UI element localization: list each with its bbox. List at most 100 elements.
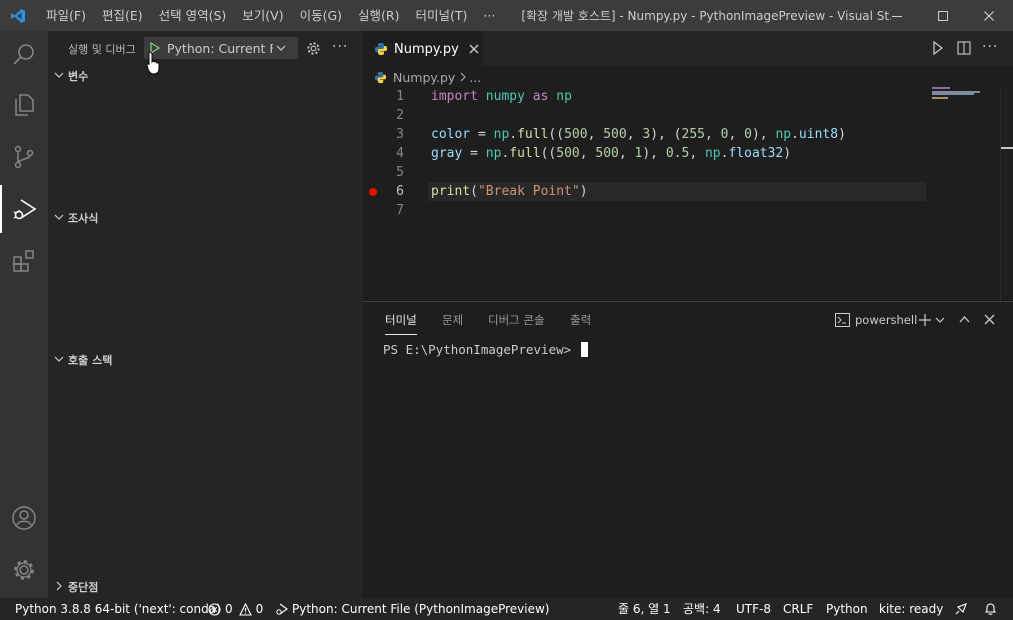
source-control-icon[interactable] <box>0 133 48 181</box>
breadcrumb-symbols[interactable]: ... <box>469 70 481 85</box>
menu-item[interactable]: 선택 영역(S) <box>151 0 235 31</box>
code-token: full <box>509 146 541 161</box>
title-bar: 파일(F) 편집(E) 선택 영역(S) 보기(V) 이동(G) 실행(R) 터미널(T) ·… <box>0 0 1013 31</box>
tab-debug-console[interactable]: 디버그 콘솔 <box>488 302 545 337</box>
section-breakpoints[interactable]: 중단점 <box>48 576 362 598</box>
status-interpreter[interactable]: Python 3.8.8 64-bit ('next': conda) <box>15 598 221 620</box>
section-watch[interactable]: 조사식 <box>48 207 362 229</box>
status-kite[interactable]: kite: ready <box>879 598 943 620</box>
code-token: numpy <box>485 89 525 104</box>
code-token: np <box>485 146 502 161</box>
menu-item[interactable]: ··· <box>475 0 503 31</box>
code-token: 500 <box>603 127 627 142</box>
code-line[interactable]: 5 <box>362 163 942 182</box>
menu-item[interactable]: 이동(G) <box>292 0 350 31</box>
close-window-button[interactable] <box>966 0 1012 31</box>
window-title: [확장 개발 호스트] - Numpy.py - PythonImagePrev… <box>521 9 892 23</box>
code-token: 255 <box>681 127 705 142</box>
extensions-icon[interactable] <box>0 237 48 285</box>
code-line[interactable]: 6 print("Break Point") <box>362 182 942 201</box>
code-token: . <box>791 127 799 142</box>
minimap[interactable] <box>928 87 1000 301</box>
line-number: 2 <box>396 108 404 123</box>
more-actions-icon[interactable]: ··· <box>332 39 348 55</box>
notifications-bell-icon[interactable] <box>984 598 997 620</box>
section-label: 호출 스택 <box>68 354 113 367</box>
code-token: = <box>470 127 494 142</box>
minimize-button[interactable] <box>874 0 920 31</box>
chevron-right-icon <box>54 580 64 594</box>
chevron-down-icon <box>54 69 64 83</box>
status-encoding[interactable]: UTF-8 <box>736 598 771 620</box>
new-terminal-plus-icon[interactable] <box>918 313 932 327</box>
line-number: 6 <box>396 184 404 199</box>
code-token: 500 <box>595 146 619 161</box>
status-eol[interactable]: CRLF <box>783 598 813 620</box>
maximize-button[interactable] <box>920 0 966 31</box>
section-variables[interactable]: 변수 <box>48 65 362 87</box>
breadcrumb-file[interactable]: Numpy.py <box>393 70 455 85</box>
editor-more-actions-icon[interactable]: ··· <box>982 39 998 55</box>
status-cursor-position[interactable]: 줄 6, 열 1 <box>618 598 671 620</box>
line-number: 1 <box>396 89 404 104</box>
code-line[interactable]: 4 gray = np.full((500, 500, 1), 0.5, np.f… <box>362 144 942 163</box>
code-editor[interactable]: 1 import numpy as np 2 3 color = np.full((50… <box>362 87 942 297</box>
line-number: 5 <box>396 165 404 180</box>
terminal-prompt-line[interactable]: PS E:\PythonImagePreview> <box>383 342 588 357</box>
code-line[interactable]: 2 <box>362 106 942 125</box>
code-token: 500 <box>564 127 588 142</box>
search-icon[interactable] <box>0 31 48 79</box>
code-text: print("Break Point") <box>431 182 588 201</box>
feedback-icon[interactable] <box>954 598 968 620</box>
section-call-stack[interactable]: 호출 스택 <box>48 349 362 371</box>
vscode-logo-icon <box>0 0 36 31</box>
code-token: 0 <box>744 127 752 142</box>
launch-config-select[interactable]: Python: Current Fil <box>144 37 298 59</box>
files-icon[interactable] <box>0 81 48 129</box>
code-line[interactable]: 3 color = np.full((500, 500, 3), (255, 0,… <box>362 125 942 144</box>
menu-item[interactable]: 터미널(T) <box>408 0 476 31</box>
code-line[interactable]: 7 <box>362 201 942 220</box>
warning-icon <box>238 602 252 616</box>
split-editor-icon[interactable] <box>957 41 971 55</box>
status-problems[interactable]: 0 0 <box>208 598 263 620</box>
tab-output[interactable]: 출력 <box>570 302 591 337</box>
menu-item[interactable]: 파일(F) <box>38 0 94 31</box>
run-debug-icon[interactable] <box>0 185 48 233</box>
debug-config-label: Python: Current File (PythonImagePreview… <box>292 602 550 616</box>
code-token: . <box>509 127 518 142</box>
code-token: , <box>587 127 604 142</box>
tab-problems[interactable]: 문제 <box>442 302 463 337</box>
code-token: as <box>532 89 549 104</box>
code-line[interactable]: 1 import numpy as np <box>362 87 942 106</box>
menu-item[interactable]: 편집(E) <box>94 0 151 31</box>
code-token: gray <box>431 146 463 161</box>
code-token: full <box>517 127 549 142</box>
maximize-panel-chevron-up-icon[interactable] <box>958 313 971 326</box>
code-token: , <box>704 127 721 142</box>
close-tab-icon[interactable] <box>469 44 479 54</box>
line-number: 7 <box>396 203 404 218</box>
code-text: import numpy as np <box>431 87 572 106</box>
tab-terminal[interactable]: 터미널 <box>385 302 417 337</box>
menu-item[interactable]: 실행(R) <box>350 0 407 31</box>
code-token: = <box>462 146 486 161</box>
account-icon[interactable] <box>0 494 48 542</box>
code-token: , <box>689 146 705 161</box>
editor-scrollbar[interactable] <box>1000 87 1013 301</box>
status-language[interactable]: Python <box>826 598 868 620</box>
close-panel-icon[interactable] <box>984 314 995 325</box>
menu-item[interactable]: 보기(V) <box>234 0 291 31</box>
tab-numpy-py[interactable]: Numpy.py <box>362 31 482 66</box>
settings-gear-icon[interactable] <box>0 546 48 594</box>
code-token: ( <box>470 184 478 199</box>
run-file-icon[interactable] <box>932 41 944 55</box>
code-token: color <box>431 127 471 142</box>
terminal-selector[interactable]: powershell <box>835 313 917 327</box>
terminal-dropdown-chevron-icon[interactable] <box>935 315 945 325</box>
section-label: 조사식 <box>68 212 99 225</box>
debug-settings-gear-icon[interactable] <box>306 41 321 56</box>
status-debug-config[interactable]: Python: Current File (PythonImagePreview… <box>275 598 549 620</box>
status-indentation[interactable]: 공백: 4 <box>683 598 721 620</box>
